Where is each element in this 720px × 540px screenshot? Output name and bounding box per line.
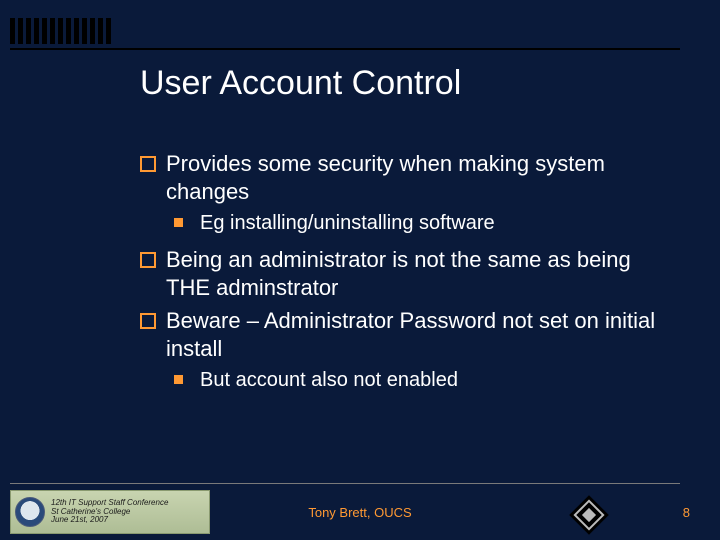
bullet-level2: Eg installing/uninstalling software <box>174 211 660 236</box>
bullet-level1: Beware – Administrator Password not set … <box>140 307 660 362</box>
footer-center: Tony Brett, OUCS <box>0 505 720 520</box>
slide-title: User Account Control <box>140 64 461 103</box>
bullet-level1: Being an administrator is not the same a… <box>140 246 660 301</box>
bullet-level2: But account also not enabled <box>174 368 660 393</box>
diamond-icon <box>568 494 610 536</box>
decorative-bars <box>10 18 111 44</box>
divider-top <box>10 48 680 50</box>
bullet-level1: Provides some security when making syste… <box>140 150 660 205</box>
footer-page-number: 8 <box>683 505 690 520</box>
divider-bottom <box>10 483 680 484</box>
slide: User Account Control Provides some secur… <box>0 0 720 540</box>
slide-content: Provides some security when making syste… <box>140 150 660 403</box>
